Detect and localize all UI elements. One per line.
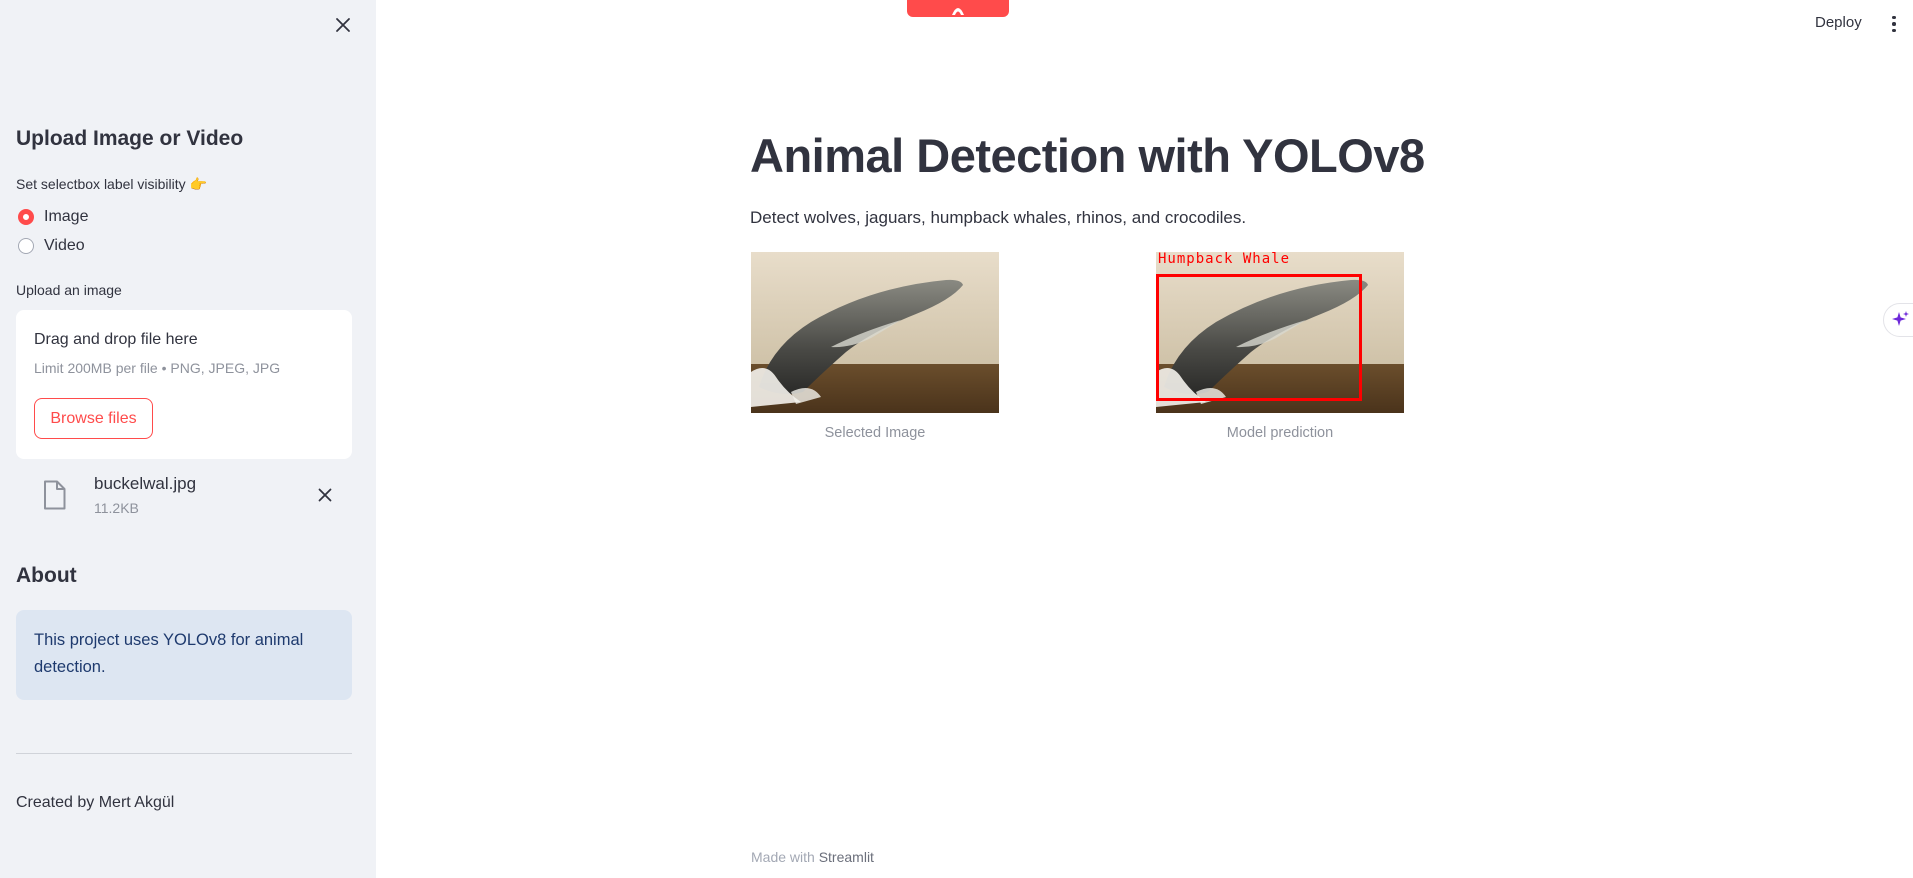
detection-bounding-box bbox=[1156, 274, 1362, 401]
about-info-box: This project uses YOLOv8 for animal dete… bbox=[16, 610, 352, 700]
running-status-badge[interactable] bbox=[907, 0, 1009, 17]
main-menu-button[interactable] bbox=[1887, 12, 1901, 36]
prediction-image: Humpback Whale bbox=[1156, 252, 1404, 413]
uploaded-file-item: buckelwal.jpg 11.2KB bbox=[16, 470, 352, 520]
dropzone-limit: Limit 200MB per file • PNG, JPEG, JPG bbox=[34, 360, 281, 376]
kebab-dot-icon bbox=[1892, 15, 1896, 20]
sidebar-divider bbox=[16, 753, 352, 754]
close-icon bbox=[318, 488, 332, 502]
radio-unselected-icon bbox=[18, 238, 34, 254]
sidebar: Upload Image or Video Set selectbox labe… bbox=[0, 0, 376, 878]
selectbox-label: Set selectbox label visibility 👉 bbox=[16, 176, 207, 192]
kebab-dot-icon bbox=[1892, 22, 1896, 26]
close-icon bbox=[336, 18, 350, 32]
radio-image-label: Image bbox=[44, 208, 89, 225]
footer: Made with Streamlit bbox=[751, 849, 874, 865]
streamlit-logo-icon bbox=[952, 7, 964, 15]
created-by: Created by Mert Akgül bbox=[16, 794, 175, 811]
prediction-image-caption: Model prediction bbox=[1226, 425, 1334, 441]
file-name: buckelwal.jpg bbox=[94, 474, 197, 493]
remove-file-button[interactable] bbox=[314, 484, 336, 506]
radio-selected-icon bbox=[18, 209, 34, 225]
selected-image-caption: Selected Image bbox=[824, 425, 926, 441]
page-title: Animal Detection with YOLOv8 bbox=[750, 129, 1425, 182]
sparkle-icon bbox=[1892, 311, 1909, 326]
dropzone-title: Drag and drop file here bbox=[34, 331, 198, 348]
assistant-tab[interactable] bbox=[1883, 303, 1913, 337]
selected-image bbox=[751, 252, 999, 413]
radio-video-label: Video bbox=[44, 237, 85, 254]
browse-files-button[interactable]: Browse files bbox=[34, 398, 153, 439]
page-description: Detect wolves, jaguars, humpback whales,… bbox=[750, 208, 1247, 227]
upload-label: Upload an image bbox=[16, 282, 122, 298]
upload-heading: Upload Image or Video bbox=[16, 127, 244, 150]
about-heading: About bbox=[16, 564, 77, 587]
file-uploader-dropzone[interactable]: Drag and drop file here Limit 200MB per … bbox=[16, 310, 352, 459]
radio-image[interactable]: Image bbox=[18, 208, 88, 226]
file-icon bbox=[44, 480, 66, 510]
detection-label: Humpback Whale bbox=[1158, 252, 1291, 267]
whale-image bbox=[751, 252, 999, 413]
close-sidebar-button[interactable] bbox=[332, 14, 354, 36]
deploy-button[interactable]: Deploy bbox=[1815, 14, 1862, 31]
file-size: 11.2KB bbox=[94, 500, 139, 516]
radio-video[interactable]: Video bbox=[18, 237, 85, 255]
kebab-dot-icon bbox=[1892, 28, 1896, 33]
streamlit-link[interactable]: Streamlit bbox=[819, 849, 874, 865]
footer-prefix: Made with bbox=[751, 849, 815, 865]
